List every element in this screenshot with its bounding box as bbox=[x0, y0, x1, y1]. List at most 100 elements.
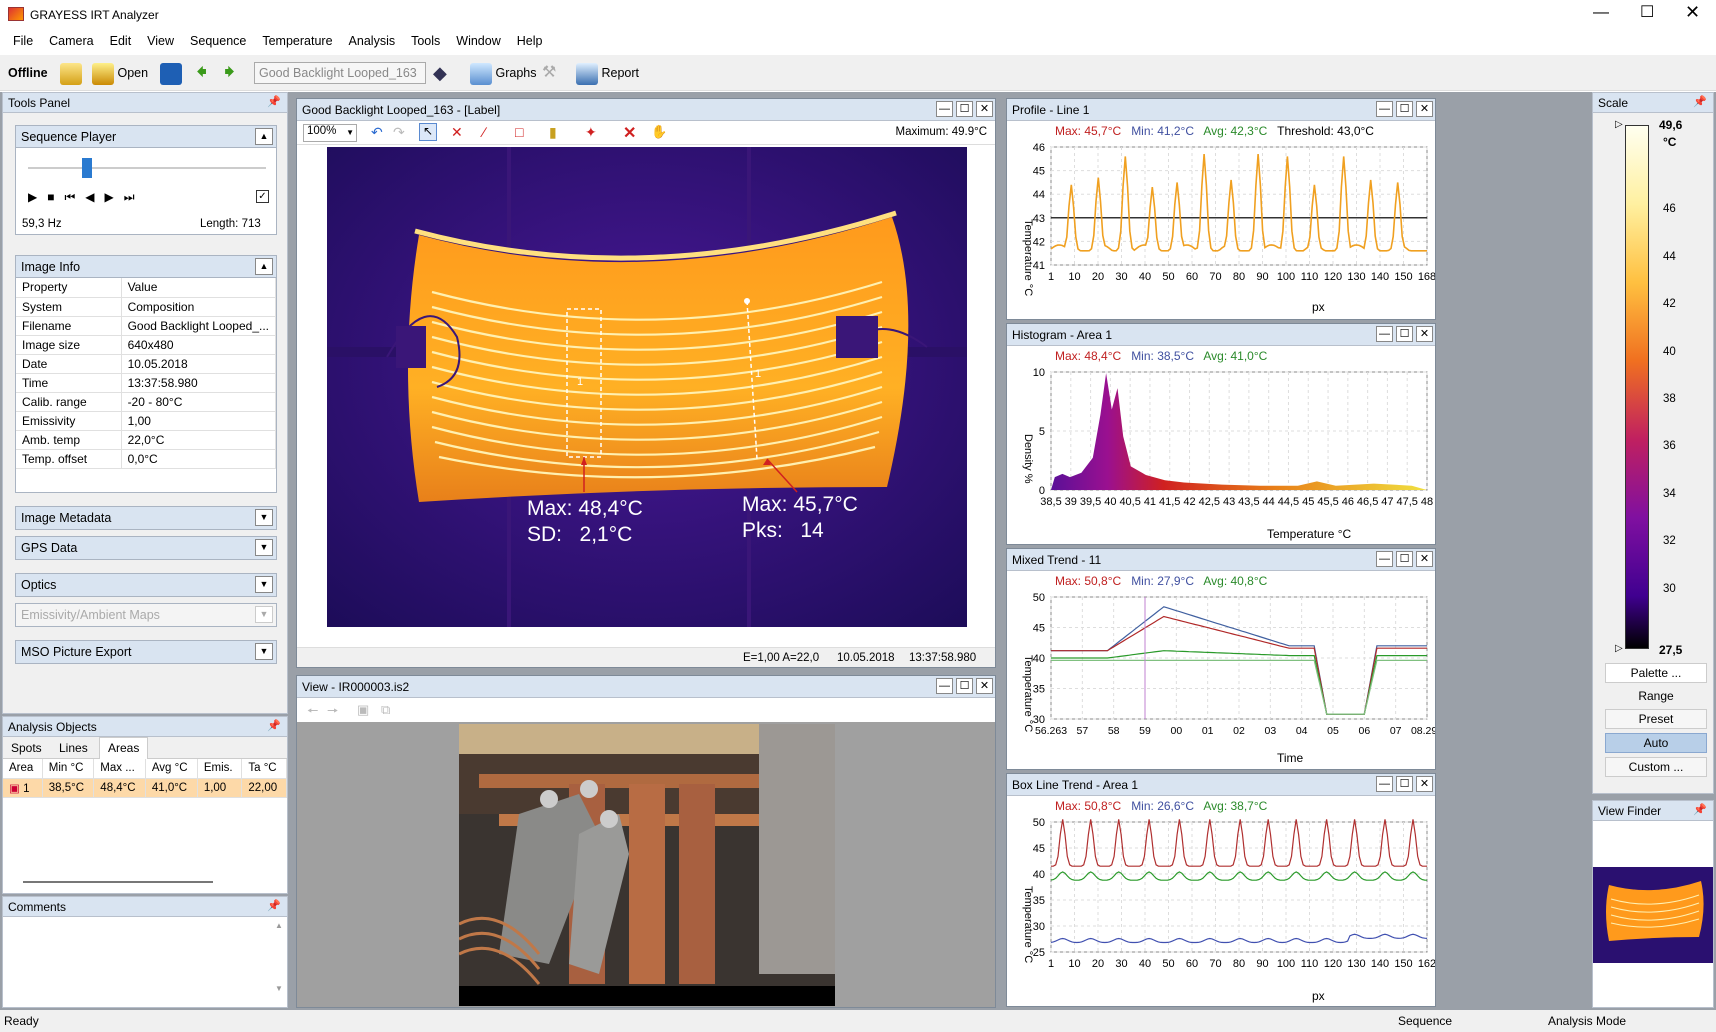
table-row[interactable]: Temp. offset 0,0°C bbox=[16, 449, 277, 469]
tab-areas[interactable]: Areas bbox=[99, 737, 149, 759]
loop-checkbox[interactable]: ✓ bbox=[256, 190, 269, 203]
open-button[interactable]: Open bbox=[92, 61, 148, 85]
menu-view[interactable]: View bbox=[139, 30, 182, 48]
tab-spots[interactable]: Spots bbox=[11, 741, 42, 755]
tab-lines[interactable]: Lines bbox=[59, 741, 88, 755]
mso-export-section[interactable]: MSO Picture Export ▼ bbox=[15, 640, 277, 664]
pin-icon[interactable]: 📌 bbox=[267, 899, 281, 912]
collapse-button[interactable]: ▲ bbox=[255, 128, 273, 145]
palette-button[interactable]: Palette ... bbox=[1605, 663, 1707, 683]
expand-button[interactable]: ▼ bbox=[255, 509, 273, 526]
spot-tool-icon[interactable]: ✕ bbox=[451, 124, 463, 141]
report-button[interactable]: Report bbox=[576, 61, 639, 85]
delete-icon[interactable]: ✕ bbox=[623, 123, 636, 143]
thermal-image[interactable]: 1 1 Max: 48,4°C SD: 2,1°C Max: 45,7°C Pk… bbox=[327, 147, 967, 627]
minimize-button[interactable]: — bbox=[1376, 776, 1393, 792]
color-scale-bar[interactable] bbox=[1625, 125, 1649, 649]
table-row[interactable]: Date 10.05.2018 bbox=[16, 354, 277, 374]
close-button[interactable]: ✕ bbox=[976, 101, 993, 117]
auto-button[interactable]: Auto bbox=[1605, 733, 1707, 753]
menu-window[interactable]: Window bbox=[448, 30, 508, 48]
minimize-button[interactable]: — bbox=[936, 678, 953, 694]
maximize-button[interactable]: ☐ bbox=[1396, 551, 1413, 567]
next-button[interactable]: 🠺 bbox=[224, 61, 235, 85]
pin-tool-icon[interactable]: ✦ bbox=[585, 124, 597, 141]
area-tool-icon[interactable]: □ bbox=[515, 124, 523, 140]
preset-button[interactable]: Preset bbox=[1605, 709, 1707, 729]
vertical-scrollbar[interactable]: ▲ ▼ bbox=[273, 921, 285, 1005]
scale-top-handle[interactable]: ▷ bbox=[1615, 119, 1623, 130]
close-button[interactable]: ✕ bbox=[1416, 101, 1433, 117]
pin-icon[interactable]: 📌 bbox=[1693, 803, 1707, 816]
maximize-button[interactable]: ☐ bbox=[956, 101, 973, 117]
expand-button[interactable]: ▼ bbox=[255, 576, 273, 593]
maximize-button[interactable]: ☐ bbox=[956, 678, 973, 694]
profile-chart[interactable]: Temperature °C px 4645444342411 10 20 30 40 5… bbox=[1007, 139, 1435, 319]
table-row[interactable]: Time 13:37:58.980 bbox=[16, 373, 277, 393]
save-button[interactable] bbox=[160, 61, 182, 85]
step-back-icon[interactable]: ◀ bbox=[85, 190, 104, 204]
close-button[interactable]: ✕ bbox=[1416, 776, 1433, 792]
minimize-button[interactable]: — bbox=[1376, 551, 1393, 567]
menu-edit[interactable]: Edit bbox=[102, 30, 140, 48]
table-row[interactable]: System Composition bbox=[16, 297, 277, 317]
gps-data-section[interactable]: GPS Data ▼ bbox=[15, 536, 277, 560]
table-row[interactable]: Filename Good Backlight Looped_... bbox=[16, 316, 277, 336]
scale-bottom-handle[interactable]: ▷ bbox=[1615, 643, 1623, 654]
first-frame-icon[interactable]: ⏮ bbox=[64, 190, 85, 204]
diamond-icon[interactable]: ◆ bbox=[433, 61, 447, 85]
optics-section[interactable]: Optics ▼ bbox=[15, 573, 277, 597]
select-tool-icon[interactable]: ↖ bbox=[419, 123, 437, 141]
table-row[interactable]: ▣ 1 38,5°C 48,4°C 41,0°C 1,00 22,00 bbox=[3, 778, 287, 798]
line-tool-icon[interactable]: ∕ bbox=[483, 124, 485, 140]
horizontal-scrollbar[interactable] bbox=[23, 881, 213, 883]
expand-button[interactable]: ▼ bbox=[255, 539, 273, 556]
table-row[interactable]: Emissivity 1,00 bbox=[16, 411, 277, 431]
previous-button[interactable]: 🠸 bbox=[196, 61, 207, 85]
image-metadata-section[interactable]: Image Metadata ▼ bbox=[15, 506, 277, 530]
menu-temperature[interactable]: Temperature bbox=[254, 30, 340, 48]
pin-icon[interactable]: 📌 bbox=[267, 95, 281, 108]
table-row[interactable]: Calib. range -20 - 80°C bbox=[16, 392, 277, 412]
minimize-button[interactable]: — bbox=[1376, 326, 1393, 342]
seek-track[interactable] bbox=[28, 167, 266, 169]
pin-icon[interactable]: 📌 bbox=[267, 719, 281, 732]
custom-button[interactable]: Custom ... bbox=[1605, 757, 1707, 777]
graphs-button[interactable]: Graphs bbox=[470, 61, 536, 85]
menu-camera[interactable]: Camera bbox=[41, 30, 101, 48]
maximize-button[interactable]: ☐ bbox=[1396, 326, 1413, 342]
menu-help[interactable]: Help bbox=[509, 30, 551, 48]
seek-thumb[interactable] bbox=[82, 158, 92, 178]
last-frame-icon[interactable]: ⏭ bbox=[124, 190, 145, 204]
collapse-button[interactable]: ▲ bbox=[255, 258, 273, 275]
zoom-select[interactable]: 100% ▼ bbox=[303, 124, 357, 142]
view-finder-thumbnail[interactable] bbox=[1593, 867, 1713, 963]
menu-tools[interactable]: Tools bbox=[403, 30, 448, 48]
sequence-name-field[interactable]: Good Backlight Looped_163 bbox=[254, 62, 426, 84]
close-button[interactable]: ✕ bbox=[1416, 326, 1433, 342]
mixed-trend-chart[interactable]: Temperature °C Time 504540353056.263 57 58… bbox=[1007, 589, 1435, 769]
menu-analysis[interactable]: Analysis bbox=[341, 30, 404, 48]
maximize-button[interactable]: ☐ bbox=[1396, 776, 1413, 792]
play-icon[interactable]: ▶ bbox=[28, 190, 47, 204]
menu-sequence[interactable]: Sequence bbox=[182, 30, 254, 48]
minimize-button[interactable]: — bbox=[936, 101, 953, 117]
minimize-button[interactable]: — bbox=[1593, 4, 1609, 22]
box-trend-chart[interactable]: Temperature °C px 5045403530251 10 20 30 40 5… bbox=[1007, 814, 1435, 1006]
ruler-tool-icon[interactable]: ▮ bbox=[549, 124, 557, 141]
close-button[interactable]: ✕ bbox=[976, 678, 993, 694]
expand-button[interactable]: ▼ bbox=[255, 643, 273, 660]
histogram-chart[interactable]: Density % Temperature °C 105038,5 39 39,5 4… bbox=[1007, 364, 1435, 544]
menu-file[interactable]: File bbox=[5, 30, 41, 48]
maximize-button[interactable]: ☐ bbox=[1396, 101, 1413, 117]
undo-icon[interactable]: ↶ bbox=[371, 124, 383, 141]
close-button[interactable]: ✕ bbox=[1685, 2, 1700, 23]
table-row[interactable]: Amb. temp 22,0°C bbox=[16, 430, 277, 450]
maximize-button[interactable]: ☐ bbox=[1640, 2, 1654, 22]
step-forward-icon[interactable]: ▶ bbox=[105, 190, 124, 204]
stop-icon[interactable]: ■ bbox=[47, 190, 64, 204]
camera-search-button[interactable] bbox=[60, 61, 82, 85]
minimize-button[interactable]: — bbox=[1376, 101, 1393, 117]
comments-input[interactable] bbox=[3, 917, 273, 1003]
close-button[interactable]: ✕ bbox=[1416, 551, 1433, 567]
